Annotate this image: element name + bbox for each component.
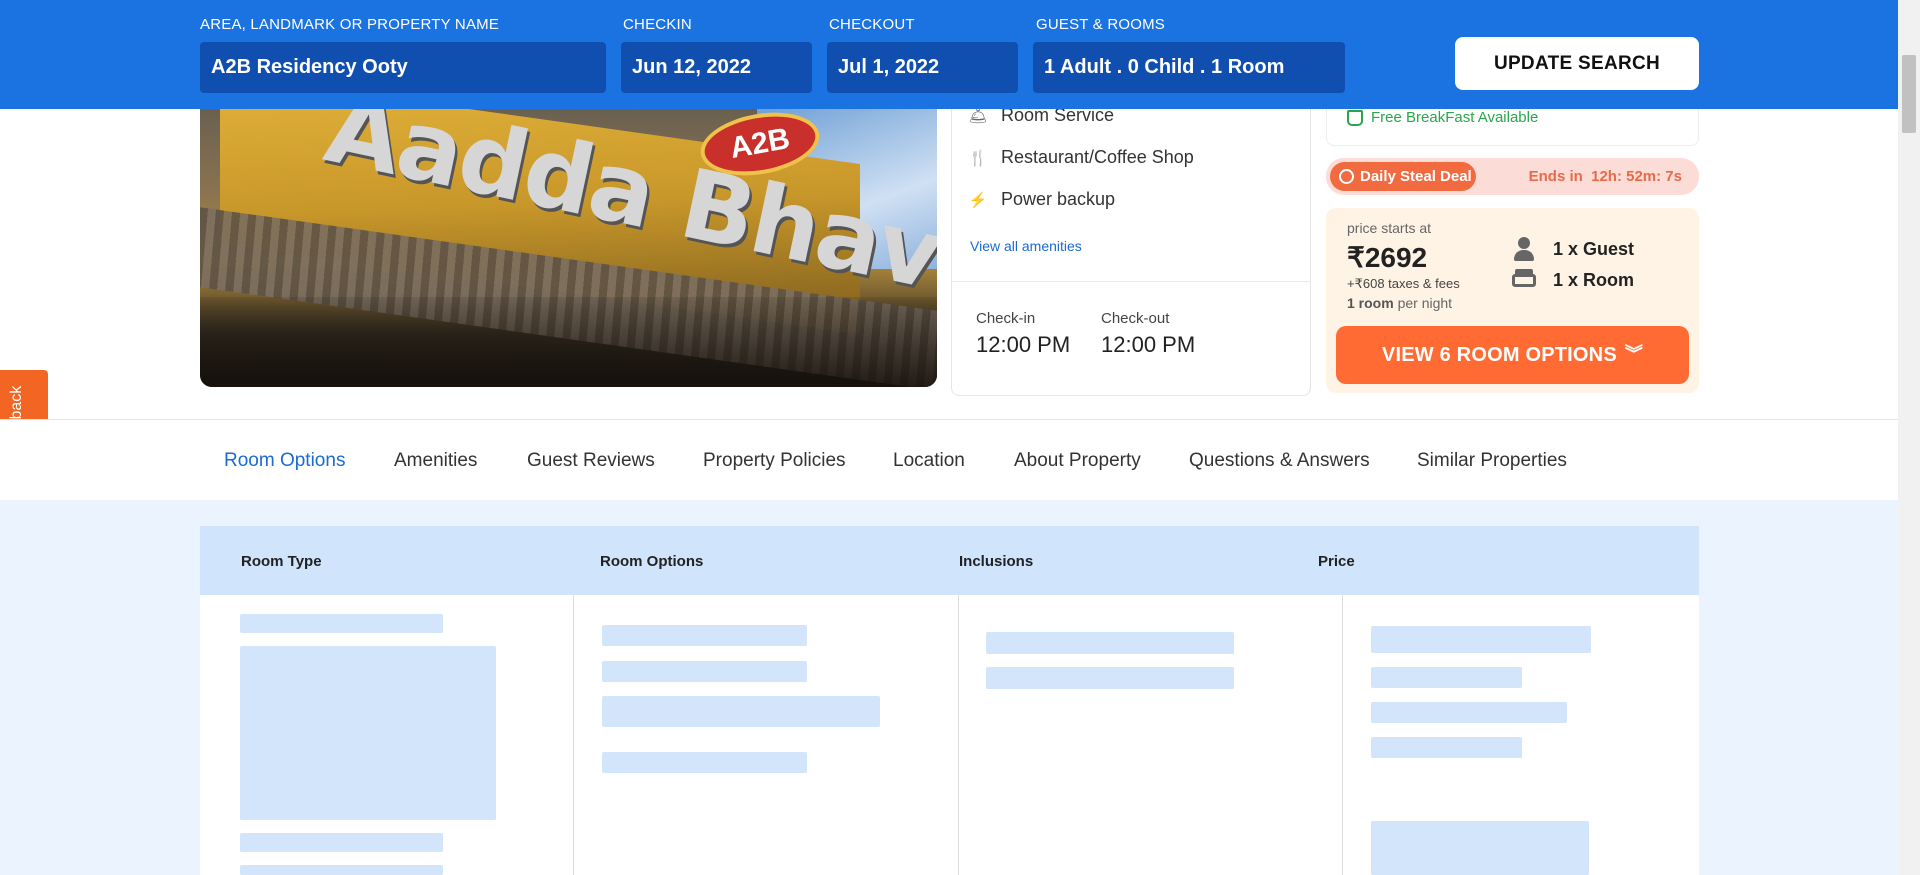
tab-guest-reviews[interactable]: Guest Reviews <box>527 450 655 472</box>
skeleton-image <box>240 646 496 820</box>
alarm-clock-icon <box>1339 169 1354 184</box>
header-price: Price <box>1318 553 1355 570</box>
room-service-icon: 🛎 <box>968 107 988 125</box>
skeleton-line <box>240 833 443 852</box>
update-search-button[interactable]: UPDATE SEARCH <box>1455 37 1699 90</box>
taxes-fees: +₹608 taxes & fees <box>1347 276 1460 291</box>
skeleton-line <box>986 667 1234 689</box>
person-icon <box>1512 237 1536 261</box>
column-divider <box>958 595 959 875</box>
price-starts-label: price starts at <box>1347 220 1432 236</box>
per-night-label: 1 room per night <box>1347 295 1452 311</box>
deal-countdown: Ends in 12h: 52m: 7s <box>1528 168 1682 185</box>
checkout-time: 12:00 PM <box>1101 332 1196 357</box>
skeleton-line <box>1371 667 1522 688</box>
per-night-suffix: per night <box>1393 295 1453 311</box>
guest-count-label: 1 x Guest <box>1553 238 1635 259</box>
double-chevron-down-icon: ︾ <box>1624 344 1644 364</box>
skeleton-line <box>1371 702 1567 723</box>
guests-rooms-selector[interactable]: 1 Adult . 0 Child . 1 Room <box>1033 42 1345 93</box>
amenity-power-backup: ⚡ Power backup <box>969 189 1115 210</box>
tab-location[interactable]: Location <box>893 450 965 472</box>
skeleton-line <box>986 632 1234 654</box>
header-room-options: Room Options <box>600 553 704 570</box>
property-photo[interactable]: Aadda Bhavan A2B › <box>200 109 937 387</box>
section-tabs: Room Options Amenities Guest Reviews Pro… <box>0 419 1898 500</box>
skeleton-line <box>602 625 807 646</box>
photo-shade <box>200 297 937 387</box>
view-all-amenities-link[interactable]: View all amenities <box>970 238 1082 254</box>
property-search-input[interactable]: A2B Residency Ooty <box>200 42 606 93</box>
guest-count: 1 x Guest <box>1512 237 1634 261</box>
skeleton-line <box>602 752 807 773</box>
checkin-date-input[interactable]: Jun 12, 2022 <box>621 42 812 93</box>
amenity-label: Power backup <box>1001 189 1116 209</box>
checkout-label: Check-out <box>1101 310 1170 327</box>
checkin-label: Check-in <box>976 310 1036 327</box>
skeleton-line <box>602 696 880 727</box>
skeleton-line <box>240 614 443 633</box>
free-breakfast: Free BreakFast Available <box>1347 109 1538 126</box>
checkin-field-label: CHECKIN <box>623 16 692 33</box>
coffee-cup-icon <box>1347 109 1363 126</box>
view-room-options-button[interactable]: VIEW 6 ROOM OPTIONS ︾ <box>1336 326 1689 384</box>
skeleton-line <box>240 865 443 875</box>
checkout-date-input[interactable]: Jul 1, 2022 <box>827 42 1018 93</box>
header-room-type: Room Type <box>241 553 322 570</box>
deal-label: Daily Steal Deal <box>1360 168 1472 185</box>
column-divider <box>573 595 574 875</box>
room-count: 1 x Room <box>1512 268 1634 292</box>
amenities-divider <box>952 281 1310 282</box>
room-price: ₹2692 <box>1347 242 1428 273</box>
tab-room-options[interactable]: Room Options <box>224 450 345 472</box>
bed-icon <box>1512 268 1536 292</box>
room-count-label: 1 room <box>1347 295 1394 311</box>
cutlery-icon: 🍴 <box>968 149 988 167</box>
checkout-field-label: CHECKOUT <box>829 16 915 33</box>
property-field-label: AREA, LANDMARK OR PROPERTY NAME <box>200 16 500 33</box>
tab-similar-properties[interactable]: Similar Properties <box>1417 450 1567 472</box>
amenity-label: Restaurant/Coffee Shop <box>1001 147 1194 167</box>
tab-about-property[interactable]: About Property <box>1014 450 1141 472</box>
skeleton-line <box>1371 626 1591 653</box>
tab-amenities[interactable]: Amenities <box>394 450 477 472</box>
amenity-restaurant: 🍴 Restaurant/Coffee Shop <box>969 147 1194 168</box>
skeleton-button <box>1371 821 1589 875</box>
column-divider <box>1342 595 1343 875</box>
price-card: price starts at ₹2692 +₹608 taxes & fees… <box>1326 208 1699 393</box>
room-table-header: Room Type Room Options Inclusions Price <box>200 526 1699 595</box>
amenities-card: 🛎 Room Service 🍴 Restaurant/Coffee Shop … <box>951 95 1311 396</box>
scrollbar-thumb[interactable] <box>1902 55 1916 133</box>
skeleton-line <box>1371 737 1522 758</box>
room-count-text: 1 x Room <box>1553 269 1635 290</box>
power-icon: ⚡ <box>968 191 988 209</box>
tab-questions-answers[interactable]: Questions & Answers <box>1189 450 1370 472</box>
header-inclusions: Inclusions <box>959 553 1034 570</box>
tab-property-policies[interactable]: Property Policies <box>703 450 846 472</box>
room-table-body <box>200 595 1699 875</box>
checkin-time: 12:00 PM <box>976 332 1071 357</box>
free-breakfast-label: Free BreakFast Available <box>1371 109 1539 126</box>
skeleton-line <box>602 661 807 682</box>
daily-steal-deal-badge: Daily Steal Deal <box>1330 162 1476 191</box>
guests-field-label: GUEST & ROOMS <box>1036 16 1166 33</box>
daily-deal-bar: Daily Steal Deal Ends in 12h: 52m: 7s <box>1326 158 1699 195</box>
view-room-options-label: VIEW 6 ROOM OPTIONS <box>1381 344 1617 366</box>
search-header: AREA, LANDMARK OR PROPERTY NAME A2B Resi… <box>0 0 1920 109</box>
